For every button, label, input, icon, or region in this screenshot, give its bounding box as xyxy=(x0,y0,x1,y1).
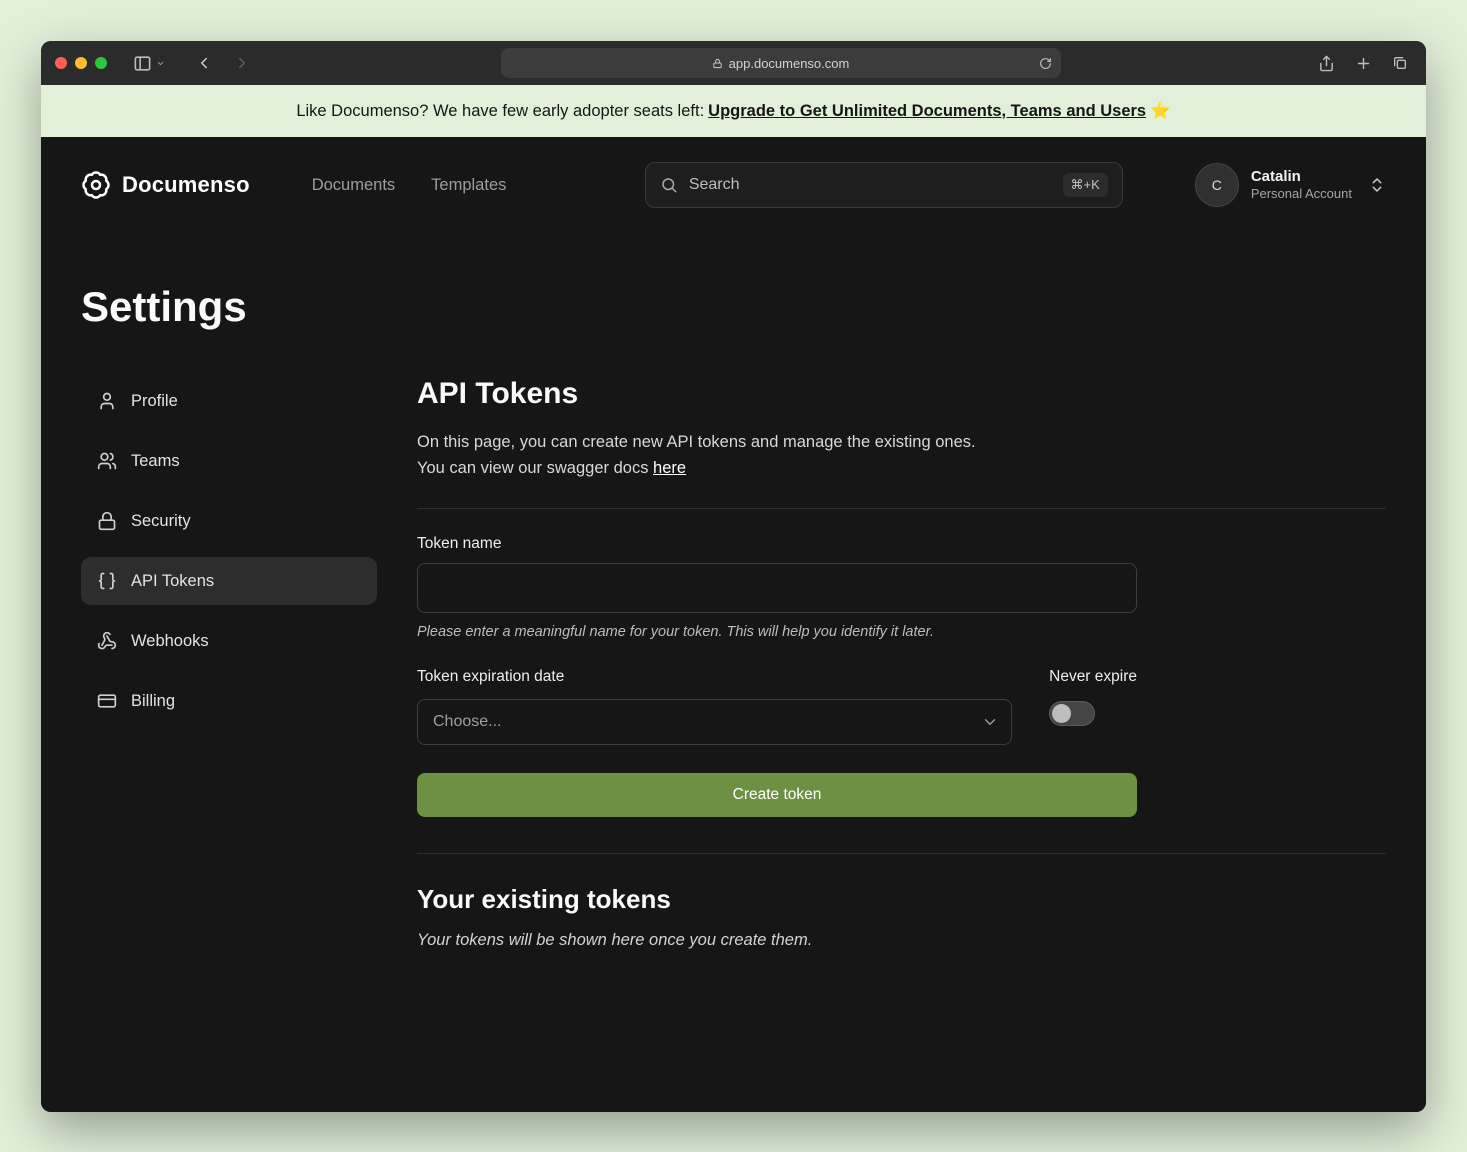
create-token-button[interactable]: Create token xyxy=(417,773,1137,817)
expiration-row: Token expiration date Choose... Never ex… xyxy=(417,668,1137,745)
nav-templates[interactable]: Templates xyxy=(431,176,506,195)
sidebar-item-label: Webhooks xyxy=(131,632,209,651)
url-text: app.documenso.com xyxy=(729,56,850,71)
account-menu[interactable]: C Catalin Personal Account xyxy=(1195,163,1386,207)
plus-icon xyxy=(1355,55,1372,72)
banner-text: Like Documenso? We have few early adopte… xyxy=(296,102,704,121)
main-nav: Documents Templates xyxy=(312,176,507,195)
section-description: On this page, you can create new API tok… xyxy=(417,429,1386,482)
settings-sidebar: Profile Teams Security API Tokens Webhoo… xyxy=(81,377,377,950)
upgrade-link[interactable]: Upgrade to Get Unlimited Documents, Team… xyxy=(708,102,1146,121)
sidebar-item-label: Teams xyxy=(131,452,180,471)
search-input[interactable]: Search ⌘+K xyxy=(645,162,1123,208)
refresh-button[interactable] xyxy=(1039,57,1052,70)
forward-button[interactable] xyxy=(233,54,251,72)
expiration-select[interactable]: Choose... xyxy=(417,699,1012,745)
search-shortcut: ⌘+K xyxy=(1063,173,1108,197)
expiration-label: Token expiration date xyxy=(417,668,1012,686)
never-expire-toggle[interactable] xyxy=(1049,701,1095,726)
nav-documents[interactable]: Documents xyxy=(312,176,395,195)
sidebar-item-security[interactable]: Security xyxy=(81,497,377,545)
divider xyxy=(417,853,1386,854)
existing-tokens-heading: Your existing tokens xyxy=(417,884,1386,915)
existing-tokens-section: Your existing tokens Your tokens will be… xyxy=(417,884,1386,950)
user-icon xyxy=(97,391,117,411)
sidebar-item-webhooks[interactable]: Webhooks xyxy=(81,617,377,665)
sidebar-icon xyxy=(133,54,152,73)
tab-overview-button[interactable] xyxy=(1392,55,1408,71)
chevron-down-icon xyxy=(981,713,999,731)
sidebar-item-label: Profile xyxy=(131,392,178,411)
existing-tokens-empty-text: Your tokens will be shown here once you … xyxy=(417,931,1386,950)
never-expire-label: Never expire xyxy=(1049,668,1137,686)
tabs-icon xyxy=(1392,55,1408,71)
search-icon xyxy=(660,176,678,194)
sidebar-toggle-button[interactable] xyxy=(133,54,165,73)
sidebar-item-label: Security xyxy=(131,512,191,531)
toggle-knob xyxy=(1052,704,1071,723)
address-bar[interactable]: app.documenso.com xyxy=(501,48,1061,78)
lock-icon xyxy=(97,511,117,531)
settings-layout: Profile Teams Security API Tokens Webhoo… xyxy=(41,377,1426,950)
zoom-button[interactable] xyxy=(95,57,107,69)
sidebar-item-teams[interactable]: Teams xyxy=(81,437,377,485)
users-icon xyxy=(97,451,117,471)
back-button[interactable] xyxy=(195,54,213,72)
page-title: Settings xyxy=(81,283,1386,331)
token-name-label: Token name xyxy=(417,535,1386,553)
api-tokens-panel: API Tokens On this page, you can create … xyxy=(417,377,1386,950)
star-emoji: ⭐ xyxy=(1150,102,1171,121)
sidebar-item-profile[interactable]: Profile xyxy=(81,377,377,425)
divider xyxy=(417,508,1386,509)
chevron-down-icon xyxy=(156,59,165,68)
app-header: Documenso Documents Templates Search ⌘+K… xyxy=(41,137,1426,233)
refresh-icon xyxy=(1039,57,1052,70)
share-icon xyxy=(1318,55,1335,72)
lock-icon xyxy=(712,58,723,69)
url-bar-container: app.documenso.com xyxy=(251,48,1310,78)
search-placeholder: Search xyxy=(689,176,740,194)
swagger-docs-link[interactable]: here xyxy=(653,459,686,477)
token-name-input[interactable] xyxy=(417,563,1137,613)
credit-card-icon xyxy=(97,691,117,711)
documenso-app: Documenso Documents Templates Search ⌘+K… xyxy=(41,137,1426,1112)
sidebar-item-billing[interactable]: Billing xyxy=(81,677,377,725)
close-button[interactable] xyxy=(55,57,67,69)
traffic-lights xyxy=(55,57,107,69)
avatar: C xyxy=(1195,163,1239,207)
account-type: Personal Account xyxy=(1251,186,1352,203)
sidebar-item-api-tokens[interactable]: API Tokens xyxy=(81,557,377,605)
braces-icon xyxy=(97,571,117,591)
forward-arrow-icon xyxy=(233,54,251,72)
promo-banner: Like Documenso? We have few early adopte… xyxy=(41,85,1426,137)
browser-toolbar: app.documenso.com xyxy=(41,41,1426,85)
toolbar-right-actions xyxy=(1318,55,1408,72)
section-heading: API Tokens xyxy=(417,377,1386,411)
user-name: Catalin xyxy=(1251,167,1352,187)
chevrons-up-down-icon xyxy=(1368,176,1386,194)
brand-name: Documenso xyxy=(122,172,250,198)
brand[interactable]: Documenso xyxy=(81,170,250,200)
documenso-logo-icon xyxy=(81,170,111,200)
minimize-button[interactable] xyxy=(75,57,87,69)
back-arrow-icon xyxy=(195,54,213,72)
avatar-initial: C xyxy=(1212,177,1222,193)
sidebar-item-label: Billing xyxy=(131,692,175,711)
new-tab-button[interactable] xyxy=(1355,55,1372,72)
token-name-help: Please enter a meaningful name for your … xyxy=(417,624,1386,640)
webhook-icon xyxy=(97,631,117,651)
expiration-value: Choose... xyxy=(433,713,501,731)
share-button[interactable] xyxy=(1318,55,1335,72)
sidebar-item-label: API Tokens xyxy=(131,572,214,591)
browser-window: app.documenso.com Like Documenso? We hav… xyxy=(41,41,1426,1112)
